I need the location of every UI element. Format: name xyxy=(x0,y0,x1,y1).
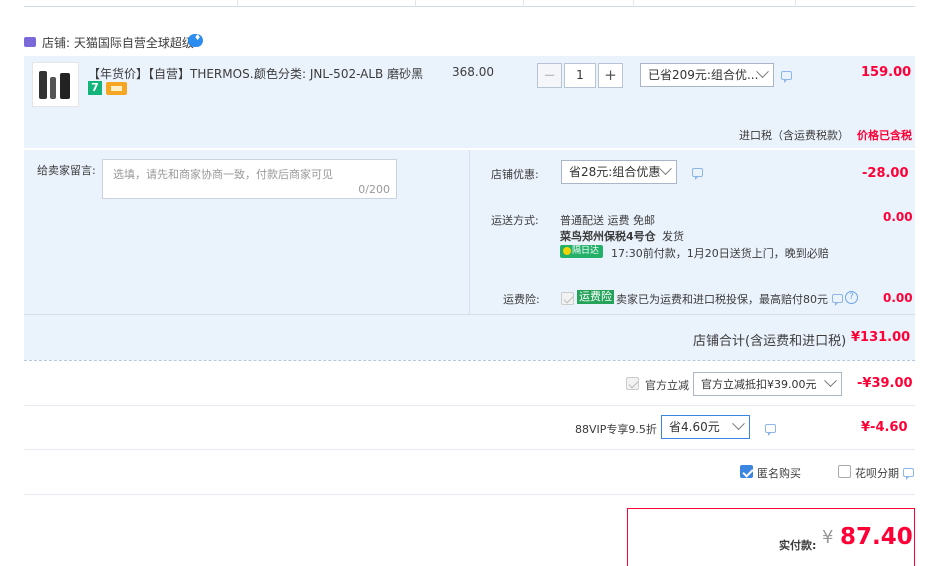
insurance-description: 卖家已为运费和进口税投保，最高赔付80元 xyxy=(616,293,828,306)
import-tax-value: 价格已含税 xyxy=(857,129,912,142)
shop-discount-select-label: 省28元:组合优惠 xyxy=(569,165,661,179)
insurance-label: 运费险: xyxy=(503,293,540,306)
huabei-checkbox[interactable] xyxy=(838,465,851,478)
pay-currency: ¥ xyxy=(822,527,834,548)
message-textarea[interactable]: 选填，请先和商家协商一致，付款后商家可见 0/200 xyxy=(102,159,397,199)
chevron-down-icon xyxy=(732,417,745,431)
chevron-down-icon xyxy=(824,374,837,388)
panel-divider xyxy=(24,314,915,315)
header-cell xyxy=(238,0,416,7)
shipping-fee: 0.00 xyxy=(883,210,913,224)
pay-label: 实付款: xyxy=(779,539,817,552)
comment-icon[interactable] xyxy=(781,71,792,83)
insurance-fee: 0.00 xyxy=(883,291,913,305)
wangwang-icon[interactable]: ♦ xyxy=(188,33,203,47)
lightning-icon xyxy=(563,247,571,255)
help-icon[interactable]: ? xyxy=(845,291,858,304)
official-discount-label: 官方立减 xyxy=(645,379,689,392)
item-promo-select[interactable]: 已省209元:组合优... xyxy=(640,63,774,87)
shop-discount-label: 店铺优惠: xyxy=(491,168,539,181)
shop-discount-select[interactable]: 省28元:组合优惠 xyxy=(561,160,677,184)
item-subtotal: 159.00 xyxy=(861,65,912,80)
quantity-minus-button[interactable]: − xyxy=(537,63,562,88)
row-divider xyxy=(24,494,915,495)
product-attribute: 颜色分类: JNL-502-ALB 磨砂黑 xyxy=(254,67,424,81)
message-char-count: 0/200 xyxy=(358,183,390,196)
comment-icon[interactable] xyxy=(765,424,776,436)
unit-price: 368.00 xyxy=(452,65,494,79)
quantity-input[interactable]: 1 xyxy=(564,63,596,88)
pay-amount: 87.40 xyxy=(840,524,913,550)
official-discount-select-label: 官方立减抵扣¥39.00元 xyxy=(701,378,817,391)
message-placeholder: 选填，请先和商家协商一致，付款后商家可见 xyxy=(113,168,333,181)
row-divider xyxy=(24,449,915,450)
official-discount-value: -¥39.00 xyxy=(857,376,913,391)
store-name[interactable]: 店铺: 天猫国际自营全球超级 xyxy=(42,34,194,51)
row-divider xyxy=(24,405,915,406)
insurance-checkbox[interactable] xyxy=(561,292,574,305)
delivery-promise: 17:30前付款，1月20日送货上门，晚到必赔 xyxy=(611,247,829,260)
shipping-label: 运送方式: xyxy=(491,214,539,227)
vip-discount-select-label: 省4.60元 xyxy=(669,420,720,434)
store-icon xyxy=(24,37,36,47)
comment-icon[interactable] xyxy=(903,468,914,480)
next-day-badge: 隔日达 xyxy=(560,245,603,258)
quantity-plus-button[interactable]: + xyxy=(598,63,623,88)
product-title[interactable]: 【年货价】【自营】THERMOS... xyxy=(88,65,261,82)
header-cell xyxy=(524,0,634,7)
comment-icon[interactable] xyxy=(832,294,843,306)
import-tax-label: 进口税（含运费税款） xyxy=(739,129,849,142)
header-cell xyxy=(24,0,238,7)
header-cell xyxy=(796,0,915,7)
credit-card-icon xyxy=(106,82,127,95)
official-discount-select[interactable]: 官方立减抵扣¥39.00元 xyxy=(693,372,842,396)
store-total-label: 店铺合计(含运费和进口税) xyxy=(693,334,847,349)
insurance-tag: 运费险 xyxy=(577,290,614,304)
comment-icon[interactable] xyxy=(692,168,703,180)
anonymous-checkbox[interactable] xyxy=(740,465,753,478)
header-cell xyxy=(416,0,524,7)
store-total-value: ¥131.00 xyxy=(851,330,911,345)
vip-discount-select[interactable]: 省4.60元 xyxy=(661,415,750,439)
shipping-dispatch: 发货 xyxy=(662,230,684,243)
chevron-down-icon xyxy=(659,162,672,176)
header-cell xyxy=(634,0,796,7)
vip-discount-value: ¥-4.60 xyxy=(861,420,908,435)
shop-discount-value: -28.00 xyxy=(862,166,909,181)
seven-day-return-icon: 7 xyxy=(88,81,102,95)
panel-divider xyxy=(469,150,470,314)
shipping-method: 普通配送 运费 免邮 xyxy=(560,214,655,227)
product-thumbnail[interactable] xyxy=(32,62,79,107)
item-promo-select-label: 已省209元:组合优... xyxy=(648,68,759,82)
official-discount-checkbox[interactable] xyxy=(626,377,639,390)
shipping-warehouse: 菜鸟郑州保税4号仓 xyxy=(560,230,656,243)
next-day-badge-label: 隔日达 xyxy=(572,246,600,256)
vip-discount-label: 88VIP专享9.5折 xyxy=(575,423,657,436)
anonymous-label[interactable]: 匿名购买 xyxy=(757,465,801,481)
message-label: 给卖家留言: xyxy=(37,164,96,177)
panel-divider xyxy=(24,360,915,361)
huabei-label[interactable]: 花呗分期 xyxy=(855,465,899,481)
